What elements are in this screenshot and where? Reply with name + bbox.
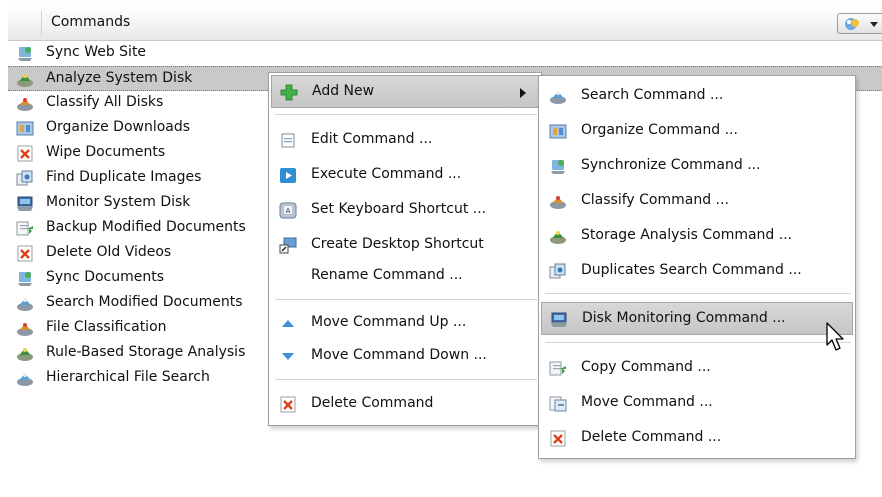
classify-icon <box>17 98 33 111</box>
edit-icon <box>281 133 295 148</box>
submenu-item-disk-monitoring-command[interactable]: Disk Monitoring Command ... <box>541 302 853 335</box>
view-options-icon <box>845 18 859 30</box>
menu-item-set-keyboard-shortcut[interactable]: A Set Keyboard Shortcut ... <box>271 194 539 227</box>
organize-icon <box>549 124 567 139</box>
search-icon <box>17 373 33 386</box>
menu-item-create-desktop-shortcut[interactable]: Create Desktop Shortcut <box>271 229 539 262</box>
search-icon <box>17 298 33 311</box>
duplicates-icon <box>549 263 566 279</box>
triangle-up-icon <box>282 320 294 327</box>
menu-item-move-command-down[interactable]: Move Command Down ... <box>271 340 539 373</box>
mouse-cursor-icon <box>826 322 844 351</box>
storage-analysis-icon <box>17 348 33 361</box>
menu-separator <box>545 342 851 343</box>
classify-icon <box>550 196 566 209</box>
chevron-down-icon <box>870 22 878 27</box>
menu-item-add-new[interactable]: Add New <box>271 75 539 108</box>
submenu-item-copy-command[interactable]: Copy Command ... <box>541 352 853 385</box>
move-icon <box>549 396 567 412</box>
menu-item-execute-command[interactable]: Execute Command ... <box>271 159 539 192</box>
keyboard-icon: A <box>279 202 297 219</box>
menu-item-rename-command[interactable]: Rename Command ... <box>271 260 539 293</box>
submenu-item-search-command[interactable]: Search Command ... <box>541 80 853 113</box>
menu-separator <box>275 379 537 380</box>
menu-separator <box>545 293 851 294</box>
triangle-down-icon <box>282 353 294 360</box>
submenu-arrow-icon <box>520 88 526 98</box>
header-separator <box>41 11 42 35</box>
monitor-icon <box>551 312 567 327</box>
delete-icon <box>280 396 296 413</box>
svg-text:A: A <box>286 207 291 215</box>
submenu-item-delete-command[interactable]: Delete Command ... <box>541 422 853 455</box>
copy-icon <box>16 221 33 236</box>
submenu-item-storage-analysis-command[interactable]: Storage Analysis Command ... <box>541 220 853 253</box>
submenu-item-synchronize-command[interactable]: Synchronize Command ... <box>541 150 853 183</box>
submenu-item-move-command[interactable]: Move Command ... <box>541 387 853 420</box>
delete-icon <box>17 245 33 262</box>
desktop-shortcut-icon <box>279 237 297 254</box>
submenu-item-duplicates-search-command[interactable]: Duplicates Search Command ... <box>541 255 853 288</box>
copy-icon <box>549 361 566 376</box>
sync-icon <box>551 160 565 174</box>
column-header: Commands <box>8 5 882 41</box>
menu-separator <box>275 114 537 115</box>
delete-icon <box>550 430 566 447</box>
menu-item-edit-command[interactable]: Edit Command ... <box>271 124 539 157</box>
submenu-item-organize-command[interactable]: Organize Command ... <box>541 115 853 148</box>
play-icon <box>280 168 296 183</box>
menu-separator <box>275 299 537 300</box>
search-icon <box>550 91 566 104</box>
classify-icon <box>17 323 33 336</box>
duplicates-icon <box>16 170 33 186</box>
menu-item-delete-command[interactable]: Delete Command <box>271 388 539 421</box>
sync-icon <box>18 47 32 61</box>
monitor-icon <box>17 196 33 211</box>
list-item[interactable]: Sync Web Site <box>8 41 882 66</box>
storage-analysis-icon <box>550 231 566 244</box>
menu-item-move-command-up[interactable]: Move Command Up ... <box>271 307 539 340</box>
sync-icon <box>18 272 32 286</box>
context-menu: Add New Edit Command ... Execute Command… <box>268 72 542 426</box>
submenu-item-classify-command[interactable]: Classify Command ... <box>541 185 853 218</box>
delete-icon <box>17 145 33 162</box>
storage-analysis-icon <box>17 74 33 87</box>
view-options-button[interactable] <box>837 13 882 34</box>
add-icon <box>280 84 298 101</box>
organize-icon <box>16 121 34 136</box>
add-new-submenu: Search Command ... Organize Command ... … <box>538 75 856 459</box>
column-title[interactable]: Commands <box>51 14 130 30</box>
